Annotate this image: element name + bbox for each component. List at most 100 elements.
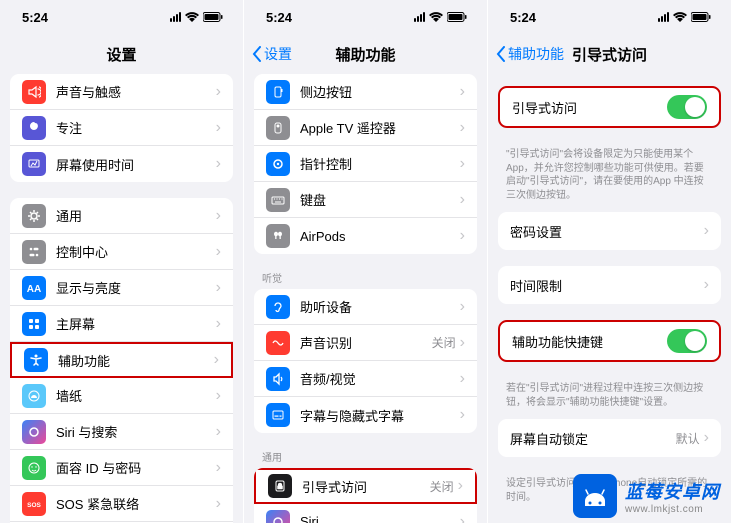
wallpaper-icon bbox=[22, 384, 46, 408]
chevron-icon: › bbox=[704, 222, 709, 240]
appletv-icon bbox=[266, 116, 290, 140]
status-bar: 5:24 bbox=[0, 0, 243, 34]
guided-access-row[interactable]: 引导式访问 bbox=[500, 88, 719, 126]
row-label: 控制中心 bbox=[56, 242, 212, 261]
chevron-icon: › bbox=[216, 83, 221, 101]
settings-row-soundrec[interactable]: 声音识别关闭› bbox=[254, 325, 477, 361]
row-label: 显示与亮度 bbox=[56, 278, 212, 297]
pointer-icon bbox=[266, 152, 290, 176]
shortcut-toggle-group: 辅助功能快捷键 bbox=[498, 320, 721, 362]
settings-row-focus[interactable]: 专注› bbox=[10, 110, 233, 146]
side-icon bbox=[266, 80, 290, 104]
chevron-icon: › bbox=[216, 495, 221, 513]
settings-row-display[interactable]: AA 显示与亮度› bbox=[10, 270, 233, 306]
svg-text:SOS: SOS bbox=[27, 502, 41, 509]
section-header: 通用 bbox=[244, 449, 487, 468]
settings-row-accessibility[interactable]: 辅助功能› bbox=[10, 342, 233, 378]
settings-row-siri[interactable]: Siri 与搜索› bbox=[10, 414, 233, 450]
settings-row-pointer[interactable]: 指针控制› bbox=[254, 146, 477, 182]
guided-access-toggle-group: 引导式访问 bbox=[498, 86, 721, 128]
row-detail: 关闭 bbox=[430, 478, 454, 495]
row-label: 声音与触感 bbox=[56, 82, 212, 101]
status-time: 5:24 bbox=[22, 10, 48, 25]
row-label: 时间限制 bbox=[510, 276, 700, 295]
settings-row-siri[interactable]: Siri › bbox=[254, 504, 477, 523]
settings-row-faceid[interactable]: 面容 ID 与密码› bbox=[10, 450, 233, 486]
settings-group: 引导式访问关闭›Siri›辅助功能快捷键关闭›App 单独设置› bbox=[254, 468, 477, 523]
row-label: 指针控制 bbox=[300, 154, 456, 173]
settings-row-control[interactable]: 控制中心› bbox=[10, 234, 233, 270]
autolock-row[interactable]: 屏幕自动锁定 默认 › bbox=[498, 419, 721, 457]
row-label: 通用 bbox=[56, 206, 212, 225]
section-header: 听觉 bbox=[244, 270, 487, 289]
row-label: 声音识别 bbox=[300, 333, 432, 352]
back-button[interactable]: 设置 bbox=[252, 44, 292, 64]
back-button[interactable]: 辅助功能 bbox=[496, 44, 564, 64]
row-label: 字幕与隐藏式字幕 bbox=[300, 406, 456, 425]
chevron-icon: › bbox=[216, 119, 221, 137]
row-label: Apple TV 遥控器 bbox=[300, 118, 456, 137]
chevron-icon: › bbox=[216, 279, 221, 297]
accessibility-icon bbox=[24, 348, 48, 372]
status-indicators bbox=[170, 12, 223, 22]
status-indicators bbox=[414, 12, 467, 22]
status-time: 5:24 bbox=[266, 10, 292, 25]
row-label: SOS 紧急联络 bbox=[56, 494, 212, 513]
chevron-icon: › bbox=[704, 429, 709, 447]
timelimit-row[interactable]: 时间限制 › bbox=[498, 266, 721, 304]
sos-icon: SOS bbox=[22, 492, 46, 516]
settings-row-general[interactable]: 通用› bbox=[10, 198, 233, 234]
guided-access-toggle[interactable] bbox=[667, 95, 707, 119]
footer-text: "引导式访问"会将设备限定为只能使用某个App，并允许您控制哪些功能可供使用。若… bbox=[488, 144, 731, 212]
status-time: 5:24 bbox=[510, 10, 536, 25]
passcode-group: 密码设置 › bbox=[498, 212, 721, 250]
settings-row-exposure[interactable]: 暴露通知› bbox=[10, 522, 233, 523]
row-label: 专注 bbox=[56, 118, 212, 137]
timelimit-group: 时间限制 › bbox=[498, 266, 721, 304]
passcode-row[interactable]: 密码设置 › bbox=[498, 212, 721, 250]
keyboard-icon bbox=[266, 188, 290, 212]
row-label: 墙纸 bbox=[56, 386, 212, 405]
settings-row-appletv[interactable]: Apple TV 遥控器› bbox=[254, 110, 477, 146]
chevron-icon: › bbox=[460, 83, 465, 101]
screentime-icon bbox=[22, 152, 46, 176]
settings-row-subtitle[interactable]: 字幕与隐藏式字幕› bbox=[254, 397, 477, 433]
settings-row-sound[interactable]: 声音与触感› bbox=[10, 74, 233, 110]
shortcut-row[interactable]: 辅助功能快捷键 bbox=[500, 322, 719, 360]
chevron-icon: › bbox=[216, 243, 221, 261]
settings-row-sos[interactable]: SOS SOS 紧急联络› bbox=[10, 486, 233, 522]
settings-row-side[interactable]: 侧边按钮› bbox=[254, 74, 477, 110]
chevron-icon: › bbox=[460, 513, 465, 524]
chevron-icon: › bbox=[216, 315, 221, 333]
row-label: 引导式访问 bbox=[512, 98, 667, 117]
settings-row-guided[interactable]: 引导式访问关闭› bbox=[254, 468, 477, 504]
settings-row-wallpaper[interactable]: 墙纸› bbox=[10, 378, 233, 414]
status-indicators bbox=[658, 12, 711, 22]
settings-row-airpods[interactable]: AirPods › bbox=[254, 218, 477, 254]
hearing-icon bbox=[266, 295, 290, 319]
row-label: 辅助功能快捷键 bbox=[512, 332, 667, 351]
soundrec-icon bbox=[266, 331, 290, 355]
nav-bar: 设置 bbox=[0, 34, 243, 74]
svg-text:AA: AA bbox=[27, 284, 41, 295]
phone-accessibility: 5:24 设置 辅助功能 侧边按钮›Apple TV 遥控器›指针控制›键盘›A… bbox=[244, 0, 488, 523]
settings-row-audio[interactable]: 音频/视觉› bbox=[254, 361, 477, 397]
shortcut-toggle[interactable] bbox=[667, 329, 707, 353]
control-icon bbox=[22, 240, 46, 264]
watermark-icon bbox=[573, 474, 617, 518]
settings-row-hearing[interactable]: 助听设备› bbox=[254, 289, 477, 325]
settings-group: 声音与触感›专注›屏幕使用时间› bbox=[10, 74, 233, 182]
display-icon: AA bbox=[22, 276, 46, 300]
airpods-icon bbox=[266, 224, 290, 248]
chevron-icon: › bbox=[460, 227, 465, 245]
settings-row-screentime[interactable]: 屏幕使用时间› bbox=[10, 146, 233, 182]
row-label: Siri bbox=[300, 514, 456, 523]
siri-icon bbox=[266, 510, 290, 524]
settings-row-home[interactable]: 主屏幕› bbox=[10, 306, 233, 342]
chevron-icon: › bbox=[216, 459, 221, 477]
row-label: 主屏幕 bbox=[56, 314, 212, 333]
settings-row-keyboard[interactable]: 键盘› bbox=[254, 182, 477, 218]
chevron-icon: › bbox=[216, 423, 221, 441]
row-label: AirPods bbox=[300, 229, 456, 244]
settings-group: 助听设备›声音识别关闭›音频/视觉›字幕与隐藏式字幕› bbox=[254, 289, 477, 433]
